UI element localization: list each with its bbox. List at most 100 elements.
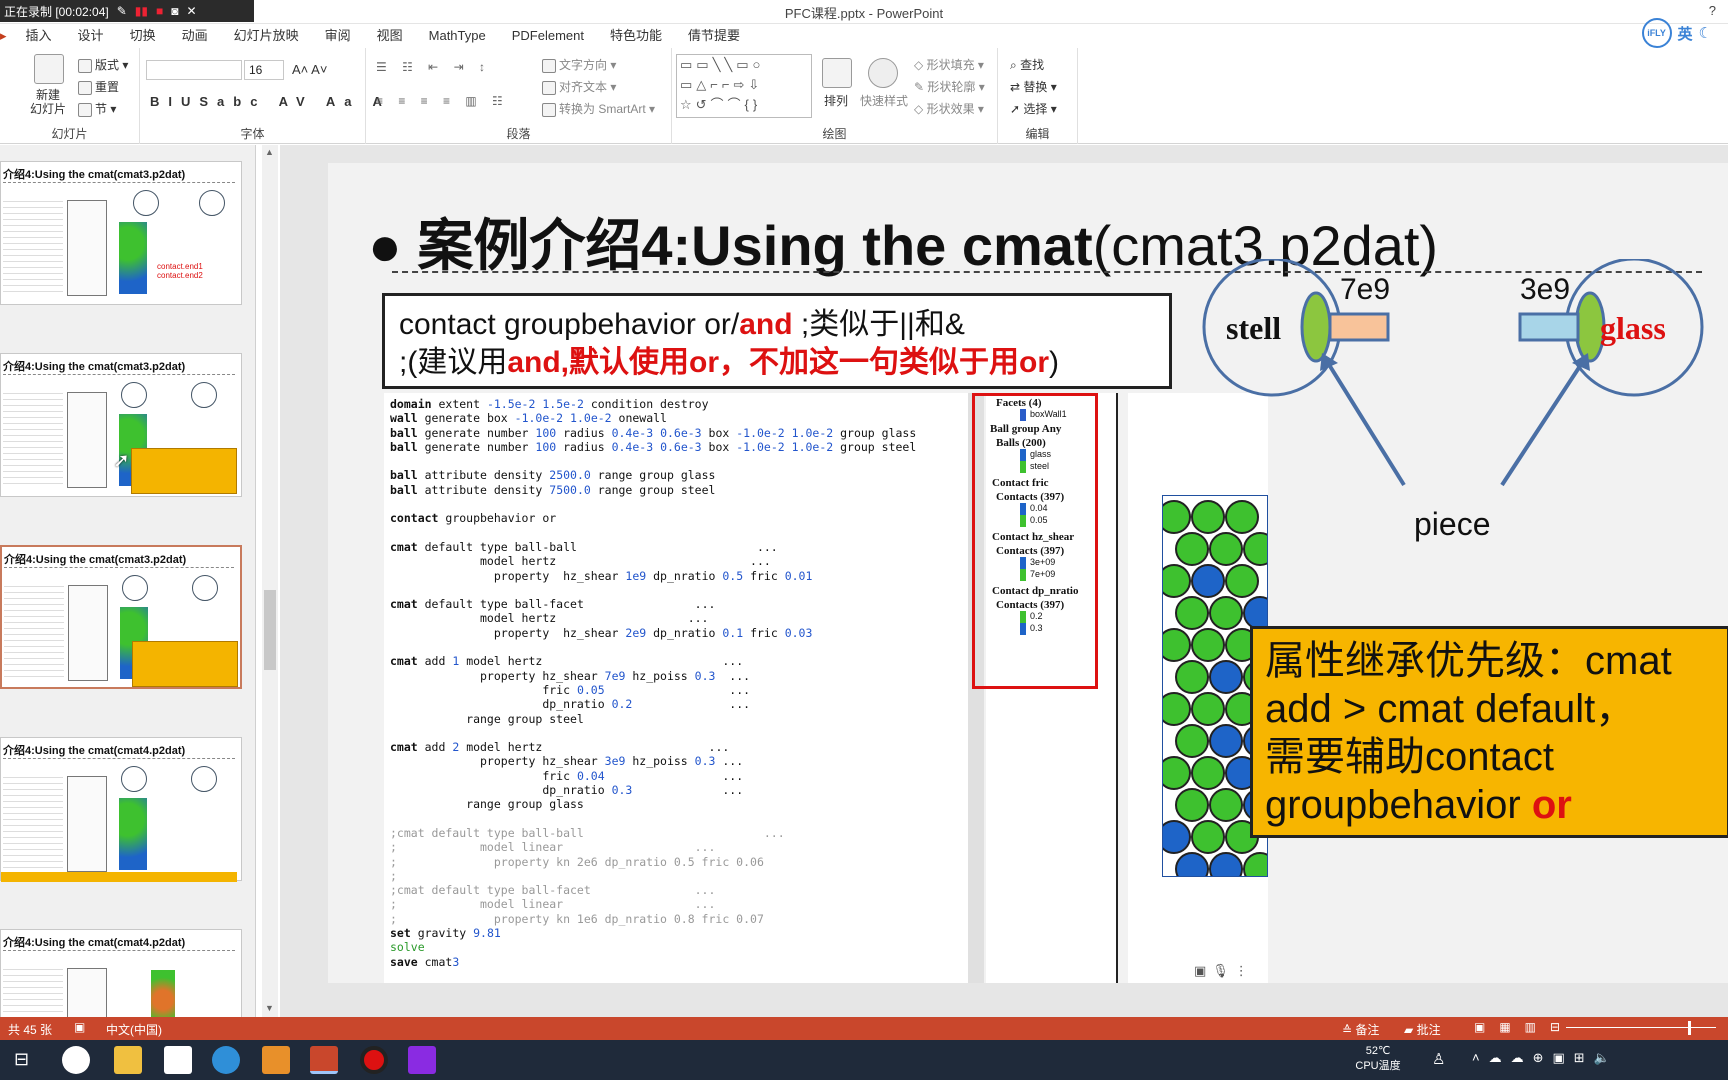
align-text-icon (542, 80, 556, 95)
app-purple-icon[interactable] (408, 1046, 436, 1074)
tab-review[interactable]: 审阅 (312, 24, 364, 48)
scroll-up-icon[interactable]: ▲ (265, 147, 274, 157)
recorder-icon[interactable] (360, 1046, 388, 1074)
ball (1175, 852, 1209, 876)
tab-design[interactable]: 设计 (65, 24, 117, 48)
ime-language[interactable]: 英 (1678, 23, 1693, 44)
reset-button[interactable]: 重置 (78, 78, 119, 95)
language-indicator[interactable]: 中文(中国) (106, 1021, 162, 1038)
tab-pdfelement[interactable]: PDFelement (499, 24, 597, 48)
code-line: fric 0.04 ... (390, 768, 744, 783)
pen-icon[interactable]: ✎ (117, 4, 127, 18)
view-buttons[interactable]: ▣▦▥⊟ (1474, 1020, 1574, 1034)
ball (1191, 756, 1225, 790)
slide-canvas[interactable]: ● 案例介绍4:Using the cmat(cmat3.p2dat) cont… (328, 163, 1728, 983)
align-text-button[interactable]: 对齐文本 ▾ (542, 78, 616, 95)
grow-font-icon[interactable]: A˄ A˅ (292, 62, 327, 77)
find-icon: ⌕ (1010, 58, 1017, 72)
align-buttons[interactable]: ≡ ≡ ≡ ≡ ▥ ☷ (376, 94, 509, 108)
scroll-down-icon[interactable]: ▼ (265, 1003, 274, 1013)
code-line: ; property kn 2e6 dp_nratio 0.5 fric 0.0… (390, 854, 764, 869)
inheritance-diagram: stell glass 7e9 3e9 piece (1202, 259, 1704, 542)
task-view-icon[interactable]: ⊟ (14, 1049, 29, 1070)
file-explorer-icon[interactable] (114, 1046, 142, 1074)
code-line: cmat add 2 model hertz ... (390, 740, 730, 755)
tab-transitions[interactable]: 切换 (117, 24, 169, 48)
tab-slideshow[interactable]: 幻灯片放映 (221, 24, 312, 48)
shape-outline-button[interactable]: ✎ 形状轮廓 ▾ (914, 78, 985, 95)
slide-thumbnail[interactable]: 介绍4:Using the cmat(cmat3.p2dat) contact.… (0, 161, 242, 305)
text-direction-button[interactable]: 文字方向 ▾ (542, 56, 616, 73)
ball (1243, 852, 1267, 876)
zoom-slider[interactable] (1566, 1027, 1716, 1028)
replace-button[interactable]: ⇄ 替换 ▾ (1010, 78, 1057, 95)
slide-thumbnail[interactable]: 介绍4:Using the cmat(cmat4.p2dat) (0, 737, 242, 882)
font-style-buttons[interactable]: BIUSabc AV Aa A (150, 94, 391, 109)
arrow-right (1500, 361, 1584, 487)
tab-animations[interactable]: 动画 (169, 24, 221, 48)
thumbnails-scrollbar[interactable]: ▲ ▼ (262, 145, 278, 1017)
tab-start[interactable]: ▸ (0, 24, 13, 48)
tab-insert[interactable]: 插入 (13, 24, 65, 48)
shape-fill-button[interactable]: ◇ 形状填充 ▾ (914, 56, 984, 73)
app-g-icon[interactable] (262, 1046, 290, 1074)
smartart-icon (542, 102, 556, 117)
stop-icon[interactable]: ■ (156, 4, 163, 18)
slide-thumbnail-selected[interactable]: 介绍4:Using the cmat(cmat3.p2dat) (0, 545, 242, 689)
group-drawing: ▭▭╲╲▭○ ▭△⌐⌐⇨⇩ ☆↺⌒⌒{} 排列 快速样式 ◇ 形状填充 ▾ ✎ 形状… (672, 48, 998, 144)
moon-icon: ☾ (1698, 25, 1712, 42)
stell-ellipse (1300, 291, 1332, 363)
scroll-thumb[interactable] (264, 590, 276, 670)
quick-styles-button[interactable]: 快速样式 (860, 92, 908, 109)
float-toolbar[interactable]: ▣🎙⋮ (1194, 963, 1254, 979)
slide-thumbnail[interactable]: 介绍4:Using the cmat(cmat3.p2dat) ➚ (0, 353, 242, 497)
select-button[interactable]: ➚ 选择 ▾ (1010, 100, 1057, 117)
pause-icon[interactable]: ▮▮ (135, 4, 148, 18)
ball (1175, 660, 1209, 694)
mail-icon[interactable] (164, 1046, 192, 1074)
arrange-button[interactable]: 排列 (824, 92, 848, 109)
font-name-select[interactable] (146, 60, 242, 80)
shape-effects-button[interactable]: ◇ 形状效果 ▾ (914, 100, 984, 117)
people-icon[interactable]: ♙ (1432, 1050, 1445, 1068)
app-icon[interactable] (62, 1046, 90, 1074)
font-size-select[interactable]: 16 (244, 60, 284, 80)
spellcheck-icon[interactable]: ▣ (74, 1020, 85, 1034)
priority-callout[interactable]: 属性继承优先级：cmat add > cmat default， 需要辅助con… (1250, 626, 1728, 838)
groupbehavior-note[interactable]: contact groupbehavior or/and ;类似于||和& ;(… (382, 293, 1172, 389)
help-button[interactable]: ? (1709, 3, 1716, 18)
close-icon[interactable]: ✕ (187, 4, 197, 18)
powerpoint-icon[interactable] (310, 1046, 338, 1074)
smartart-button[interactable]: 转换为 SmartArt ▾ (542, 100, 655, 117)
tray-icons[interactable]: ˄☁☁⊕▣⊞🔈 (1472, 1050, 1619, 1066)
tab-outline[interactable]: 倩节提要 (675, 24, 753, 48)
notes-button[interactable]: ≙ 备注 (1342, 1021, 1379, 1038)
camera-icon[interactable]: ◙ (171, 4, 178, 18)
thumb-callout (1, 872, 237, 882)
layout-button[interactable]: 版式 ▾ (78, 56, 128, 73)
group-label-paragraph: 段落 (506, 127, 531, 141)
new-slide-icon[interactable] (34, 54, 64, 84)
list-buttons[interactable]: ☰ ☷ ⇤ ⇥ ↕ (376, 60, 491, 74)
tab-features[interactable]: 特色功能 (597, 24, 675, 48)
find-button[interactable]: ⌕ 查找 (1010, 56, 1044, 73)
code-line: property hz_shear 2e9 dp_nratio 0.1 fric… (390, 625, 813, 640)
ime-indicator[interactable]: iFLY 英 ☾ (1641, 18, 1712, 48)
ball (1175, 596, 1209, 630)
cpu-temp: 52℃ CPU温度 (1355, 1045, 1401, 1072)
new-slide-button[interactable]: 新建 幻灯片 (30, 88, 66, 116)
ball (1175, 788, 1209, 822)
slide-count: 共 45 张 (8, 1023, 53, 1037)
tab-view[interactable]: 视图 (364, 24, 416, 48)
arrange-icon[interactable] (822, 58, 852, 88)
edge-icon[interactable] (212, 1046, 240, 1074)
quick-styles-icon[interactable] (868, 58, 898, 88)
zoom-slider-thumb[interactable] (1688, 1021, 1691, 1035)
group-paragraph: ☰ ☷ ⇤ ⇥ ↕ ≡ ≡ ≡ ≡ ▥ ☷ 文字方向 ▾ 对齐文本 ▾ 转换为 … (366, 48, 672, 144)
comments-button[interactable]: ▰ 批注 (1404, 1021, 1441, 1038)
shapes-gallery[interactable]: ▭▭╲╲▭○ ▭△⌐⌐⇨⇩ ☆↺⌒⌒{} (676, 54, 812, 118)
tab-mathtype[interactable]: MathType (416, 24, 499, 48)
slide-thumbnail[interactable]: 介绍4:Using the cmat(cmat4.p2dat) (0, 929, 242, 1017)
ball (1225, 564, 1259, 598)
section-button[interactable]: 节 ▾ (78, 100, 116, 117)
